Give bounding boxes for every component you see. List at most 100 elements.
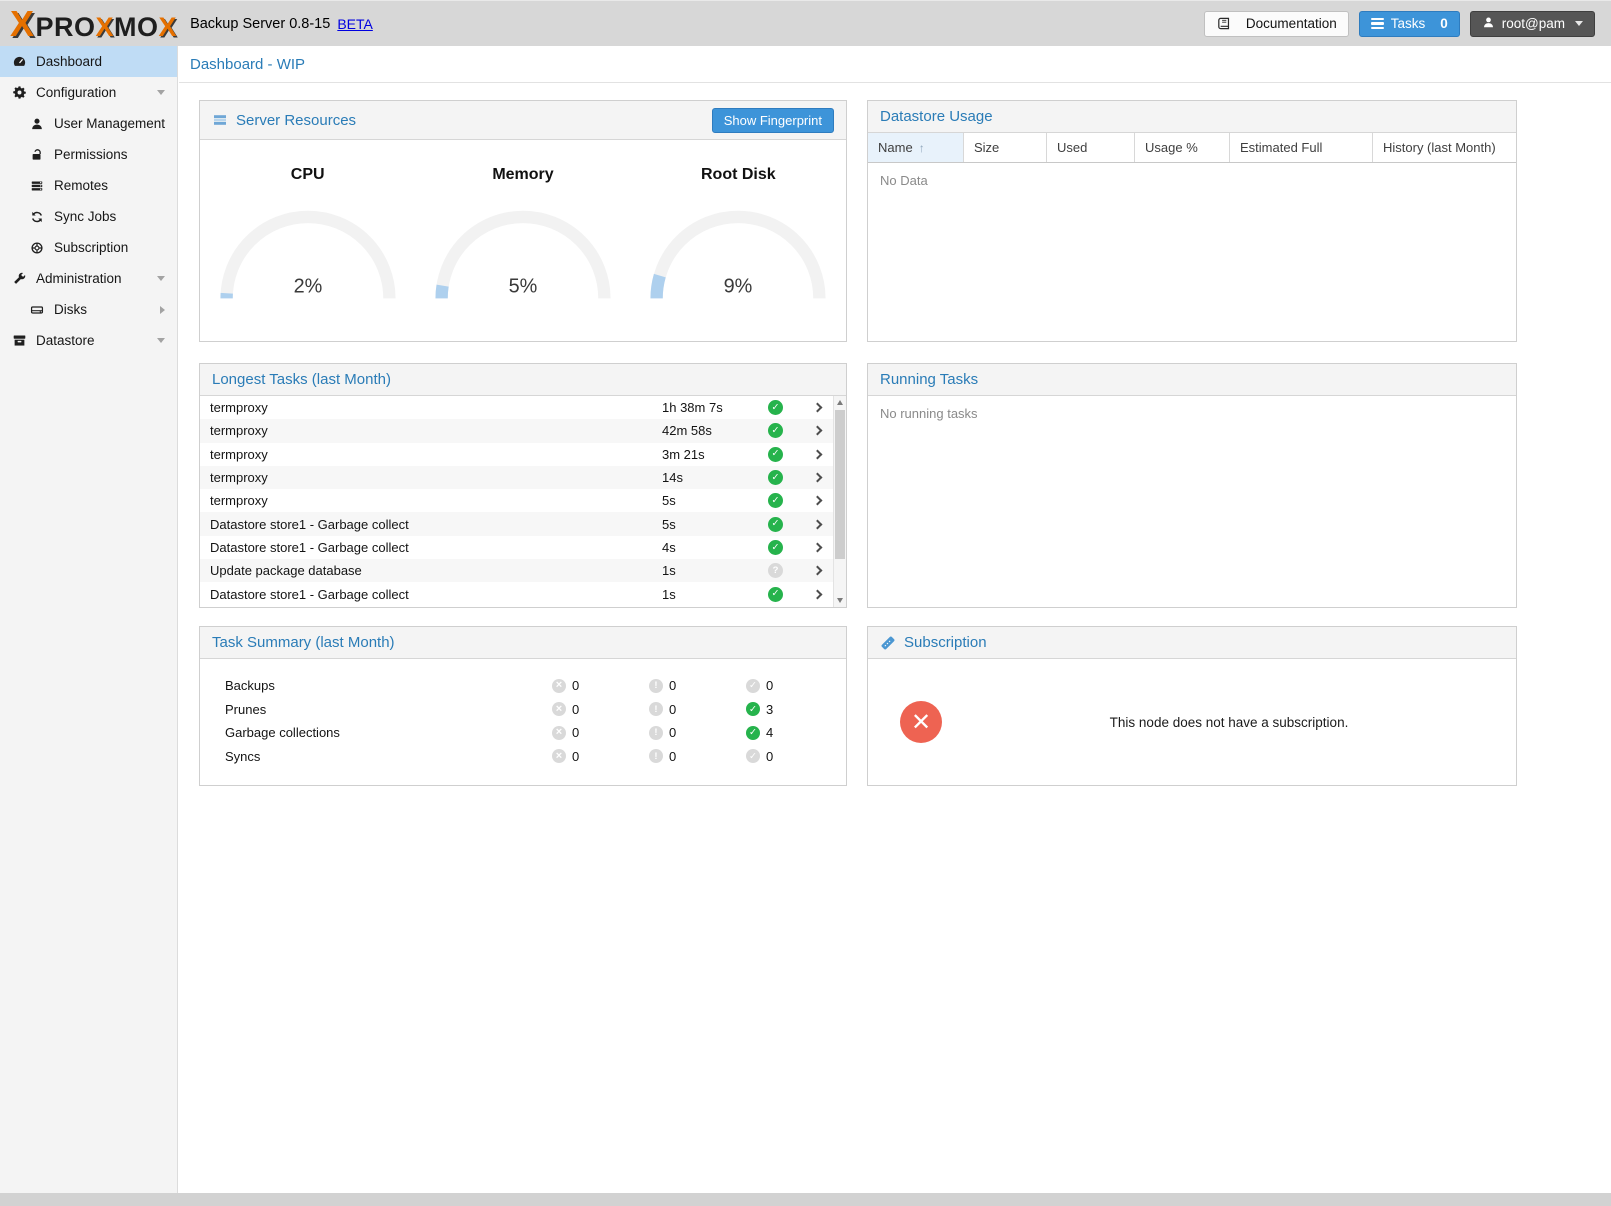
- chevron-right-icon[interactable]: [804, 544, 830, 551]
- caret-down-icon[interactable]: [157, 338, 165, 343]
- chevron-right-icon[interactable]: [804, 591, 830, 598]
- warning-count-icon: [649, 749, 663, 763]
- task-status-icon: [768, 563, 783, 578]
- task-row[interactable]: termproxy 1h 38m 7s: [200, 396, 846, 419]
- gauge-value-text: 2%: [293, 276, 322, 298]
- book-icon: [1216, 16, 1231, 31]
- task-row[interactable]: termproxy 42m 58s: [200, 419, 846, 442]
- task-status-icon: [768, 493, 783, 508]
- panel-title: Task Summary (last Month): [212, 634, 395, 651]
- caret-down-icon[interactable]: [157, 276, 165, 281]
- longest-tasks-list: termproxy 1h 38m 7s termproxy 42m 58s: [200, 396, 846, 607]
- task-row[interactable]: Datastore store1 - Garbage collect 1s: [200, 582, 846, 605]
- ticket-icon: [880, 635, 896, 651]
- sidebar-item-label: User Management: [54, 116, 165, 131]
- chevron-right-icon[interactable]: [804, 474, 830, 481]
- task-row[interactable]: termproxy 5s: [200, 489, 846, 512]
- task-status-icon: [768, 470, 783, 485]
- sidebar-item-permissions[interactable]: Permissions: [0, 139, 177, 170]
- scroll-up-button[interactable]: [834, 396, 846, 409]
- chevron-right-icon[interactable]: [804, 427, 830, 434]
- task-list-icon: [1371, 18, 1384, 29]
- tasks-button[interactable]: Tasks 0: [1359, 11, 1460, 37]
- product-name: Backup Server 0.8-15: [190, 16, 330, 32]
- task-row[interactable]: termproxy 3m 21s: [200, 443, 846, 466]
- server-resources-panel: Server Resources Show Fingerprint CPU 2%: [199, 100, 847, 342]
- column-header-estimated-full[interactable]: Estimated Full: [1230, 133, 1373, 162]
- longest-tasks-panel: Longest Tasks (last Month) termproxy 1h …: [199, 363, 847, 608]
- sidebar-item-sync-jobs[interactable]: Sync Jobs: [0, 201, 177, 232]
- sidebar-item-label: Subscription: [54, 240, 128, 255]
- scroll-down-button[interactable]: [834, 594, 846, 607]
- column-header-history[interactable]: History (last Month): [1373, 133, 1516, 162]
- running-tasks-header: Running Tasks: [868, 364, 1516, 396]
- task-status-icon: [768, 423, 783, 438]
- column-header-size[interactable]: Size: [964, 133, 1047, 162]
- sidebar-item-disks[interactable]: Disks: [0, 294, 177, 325]
- user-menu-button[interactable]: root@pam: [1470, 11, 1595, 37]
- task-summary-table: Backups 0 0 0 Prunes 0 0 3 Garbage c: [200, 659, 846, 785]
- sidebar-item-label: Datastore: [36, 333, 95, 348]
- datastore-usage-panel: Datastore Usage Name ↑ Size Used Usage %…: [867, 100, 1517, 342]
- show-fingerprint-button[interactable]: Show Fingerprint: [712, 108, 834, 133]
- ok-count-icon: [746, 749, 760, 763]
- user-label: root@pam: [1502, 16, 1565, 31]
- sidebar-item-remotes[interactable]: Remotes: [0, 170, 177, 201]
- ok-count-icon: [746, 726, 760, 740]
- archive-icon: [10, 333, 28, 348]
- chevron-right-icon[interactable]: [804, 521, 830, 528]
- subscription-header: Subscription: [868, 627, 1516, 659]
- sidebar-item-subscription[interactable]: Subscription: [0, 232, 177, 263]
- server-resources-header: Server Resources Show Fingerprint: [200, 101, 846, 140]
- warning-count-icon: [649, 702, 663, 716]
- task-row[interactable]: Datastore store1 - Garbage collect 5s: [200, 512, 846, 535]
- summary-row: Syncs 0 0 0: [200, 745, 846, 769]
- life-ring-icon: [28, 241, 46, 255]
- gauge-label: Memory: [492, 166, 553, 184]
- documentation-label: Documentation: [1246, 16, 1337, 31]
- chevron-right-icon[interactable]: [804, 451, 830, 458]
- user-icon: [28, 117, 46, 131]
- task-row[interactable]: Update package database 1s: [200, 559, 846, 582]
- caret-down-icon[interactable]: [157, 90, 165, 95]
- tasks-label: Tasks: [1391, 16, 1426, 31]
- sidebar-item-configuration[interactable]: Configuration: [0, 77, 177, 108]
- sidebar-item-label: Administration: [36, 271, 122, 286]
- scrollbar[interactable]: [833, 396, 846, 607]
- sidebar-item-label: Permissions: [54, 147, 128, 162]
- column-header-used[interactable]: Used: [1047, 133, 1135, 162]
- sidebar-item-administration[interactable]: Administration: [0, 263, 177, 294]
- top-header: XPROXMOX Backup Server 0.8-15 BETA Docum…: [0, 0, 1611, 46]
- chevron-right-icon[interactable]: [804, 567, 830, 574]
- column-header-usage-pct[interactable]: Usage %: [1135, 133, 1230, 162]
- gauge-value-text: 5%: [509, 276, 538, 298]
- gauge-value-text: 9%: [724, 276, 753, 298]
- summary-row: Backups 0 0 0: [200, 674, 846, 698]
- memory-gauge: Memory 5%: [415, 140, 630, 341]
- sidebar-item-user-management[interactable]: User Management: [0, 108, 177, 139]
- caret-right-icon[interactable]: [160, 306, 165, 314]
- beta-link[interactable]: BETA: [337, 16, 373, 32]
- sidebar-item-datastore[interactable]: Datastore: [0, 325, 177, 356]
- chevron-right-icon[interactable]: [804, 404, 830, 411]
- task-row[interactable]: Datastore store1 - Garbage collect 4s: [200, 536, 846, 559]
- column-header-name[interactable]: Name ↑: [868, 133, 964, 162]
- datastore-usage-header: Datastore Usage: [868, 101, 1516, 133]
- sidebar-item-dashboard[interactable]: Dashboard: [0, 46, 177, 77]
- chevron-right-icon[interactable]: [804, 497, 830, 504]
- documentation-button[interactable]: Documentation: [1204, 11, 1349, 37]
- subscription-status: ✕ This node does not have a subscription…: [868, 659, 1516, 785]
- error-count-icon: [552, 726, 566, 740]
- sidebar-item-label: Configuration: [36, 85, 116, 100]
- unlock-icon: [28, 148, 46, 162]
- longest-tasks-header: Longest Tasks (last Month): [200, 364, 846, 396]
- gauge-label: CPU: [291, 166, 325, 184]
- subscription-panel: Subscription ✕ This node does not have a…: [867, 626, 1517, 786]
- task-status-icon: [768, 447, 783, 462]
- main-area: Dashboard - WIP Server Resources Show Fi…: [179, 46, 1611, 1193]
- ok-count-icon: [746, 679, 760, 693]
- warning-count-icon: [649, 679, 663, 693]
- hard-disk-icon: [28, 303, 46, 317]
- task-row[interactable]: termproxy 14s: [200, 466, 846, 489]
- scrollbar-thumb[interactable]: [835, 410, 845, 559]
